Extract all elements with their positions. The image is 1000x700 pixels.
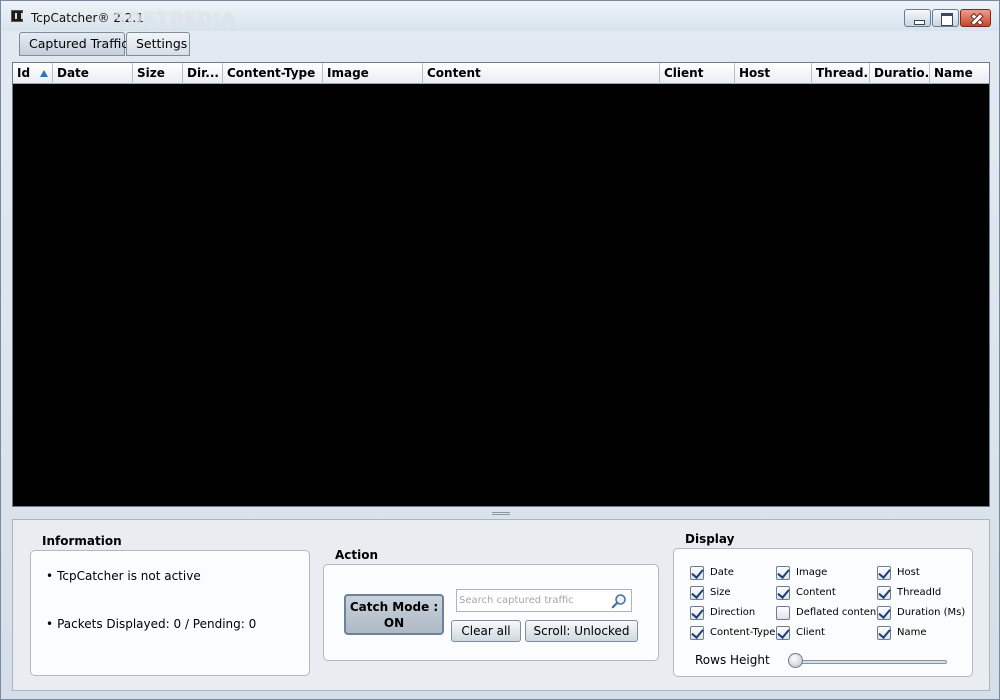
- display-title: Display: [685, 532, 735, 546]
- checkbox[interactable]: [776, 606, 790, 620]
- column-header-image[interactable]: Image: [323, 63, 423, 84]
- column-header-size[interactable]: Size: [133, 63, 183, 84]
- checkbox[interactable]: [877, 566, 891, 580]
- maximize-button[interactable]: [932, 9, 959, 27]
- column-header-date[interactable]: Date: [53, 63, 133, 84]
- catch-mode-button[interactable]: Catch Mode : ON: [344, 594, 444, 635]
- column-header-name[interactable]: Name: [930, 63, 989, 84]
- checkbox-label: Duration (Ms): [897, 607, 966, 618]
- checkbox[interactable]: [776, 586, 790, 600]
- traffic-table: Id Date Size Dir... Content-Type Image C…: [12, 62, 990, 507]
- table-header: Id Date Size Dir... Content-Type Image C…: [13, 63, 989, 84]
- checkbox-label: Direction: [710, 607, 756, 618]
- information-title: Information: [42, 534, 122, 548]
- rows-height-slider-track[interactable]: [792, 660, 947, 664]
- checkbox-label: Client: [796, 627, 825, 638]
- checkbox[interactable]: [690, 566, 704, 580]
- scroll-lock-button[interactable]: Scroll: Unlocked: [525, 620, 638, 642]
- checkbox[interactable]: [690, 626, 704, 640]
- checkbox-label: Size: [710, 587, 731, 598]
- column-header-id[interactable]: Id: [13, 63, 53, 84]
- status-text: TcpCatcher is not active: [46, 569, 201, 583]
- app-window: TcpCatcher® 2.2.1 SOFTPEDIA Captured Tra…: [0, 0, 1000, 700]
- action-group: Catch Mode : ON Clear all Scroll: Unlock…: [323, 564, 659, 661]
- checkbox[interactable]: [877, 586, 891, 600]
- column-header-host[interactable]: Host: [735, 63, 812, 84]
- title-bar[interactable]: TcpCatcher® 2.2.1 SOFTPEDIA: [1, 1, 999, 31]
- checkbox-label: Image: [796, 567, 828, 578]
- checkbox-label: Deflated content: [796, 607, 881, 618]
- catch-mode-value: ON: [383, 616, 405, 630]
- app-logo-icon: [11, 10, 23, 22]
- column-header-direction[interactable]: Dir...: [183, 63, 223, 84]
- rows-height-label: Rows Height: [695, 653, 770, 667]
- search-field: [456, 589, 632, 612]
- tab-settings[interactable]: Settings: [126, 32, 190, 56]
- column-header-client[interactable]: Client: [660, 63, 735, 84]
- column-header-duration[interactable]: Duratio...: [870, 63, 930, 84]
- checkbox-label: Content-Type: [710, 627, 776, 638]
- sort-ascending-icon: [40, 70, 48, 77]
- action-title: Action: [335, 548, 379, 562]
- search-icon[interactable]: [611, 593, 627, 609]
- search-input[interactable]: [459, 592, 607, 609]
- watermark-text: SOFTPEDIA: [113, 9, 236, 30]
- grip-icon: [492, 512, 510, 515]
- checkbox[interactable]: [690, 586, 704, 600]
- minimize-button[interactable]: [904, 9, 931, 27]
- display-group: Date Image Host Size Content ThreadId Directio…: [673, 548, 973, 677]
- checkbox[interactable]: [690, 606, 704, 620]
- information-group: TcpCatcher is not active Packets Display…: [30, 550, 310, 676]
- checkbox[interactable]: [776, 626, 790, 640]
- column-header-content-type[interactable]: Content-Type: [223, 63, 323, 84]
- checkbox[interactable]: [877, 606, 891, 620]
- packets-count-text: Packets Displayed: 0 / Pending: 0: [46, 617, 256, 631]
- table-body[interactable]: [13, 85, 989, 506]
- checkbox[interactable]: [877, 626, 891, 640]
- clear-all-button[interactable]: Clear all: [451, 620, 521, 642]
- checkbox-label: ThreadId: [897, 587, 942, 598]
- checkbox-label: Date: [710, 567, 734, 578]
- split-pane-divider[interactable]: [12, 509, 990, 519]
- checkbox-label: Content: [796, 587, 836, 598]
- checkbox-label: Name: [897, 627, 927, 638]
- tab-captured-traffic[interactable]: Captured Traffic: [19, 32, 128, 56]
- bottom-panel: Information TcpCatcher is not active Pac…: [12, 519, 990, 691]
- rows-height-slider-knob[interactable]: [788, 653, 803, 668]
- close-button[interactable]: [960, 9, 991, 27]
- column-header-content[interactable]: Content: [423, 63, 660, 84]
- catch-mode-label: Catch Mode :: [349, 600, 439, 614]
- checkbox[interactable]: [776, 566, 790, 580]
- checkbox-label: Host: [897, 567, 920, 578]
- column-header-thread[interactable]: Thread...: [812, 63, 870, 84]
